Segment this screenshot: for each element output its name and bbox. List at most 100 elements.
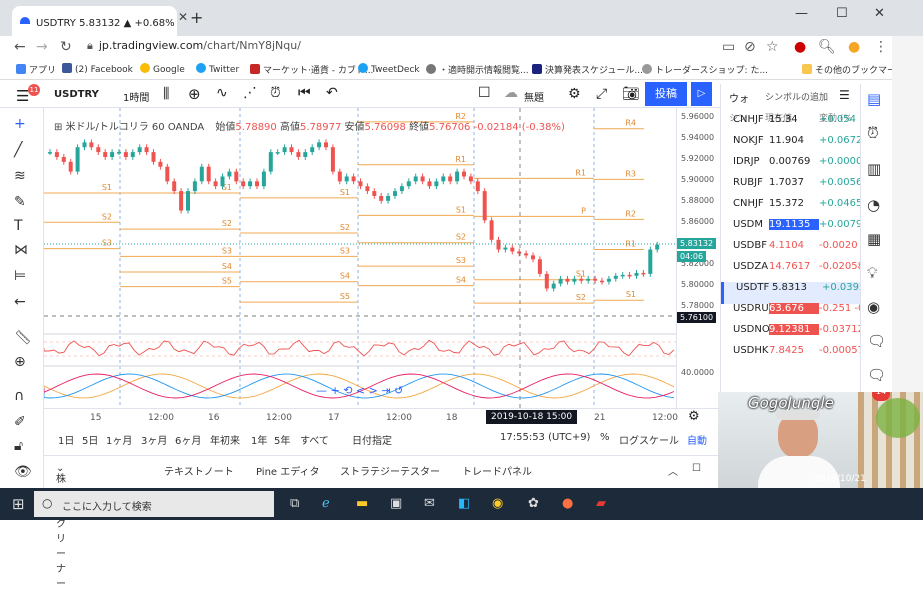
range-1y[interactable]: 1年 <box>251 432 267 447</box>
range-5y[interactable]: 5年 <box>274 432 290 447</box>
goto-date-button[interactable]: 日付指定 <box>352 432 392 447</box>
alert-icon[interactable]: ⏰︎ <box>270 85 281 101</box>
url-field[interactable]: 🔒︎ jp.tradingview.com/chart/NmY8jNqu/ <box>87 39 301 53</box>
bookmark-tweetdeck[interactable]: TweetDeck <box>358 63 420 75</box>
range-1m[interactable]: 1ヶ月 <box>106 432 132 447</box>
log-scale-toggle[interactable]: ログスケール <box>619 432 679 447</box>
chart-type-icon[interactable]: ⫼ <box>163 86 169 102</box>
tab-stock-screener[interactable]: 株式スクリーナー ⌄ <box>56 463 66 590</box>
range-5d[interactable]: 5日 <box>82 432 98 447</box>
range-all[interactable]: すべて <box>300 432 329 447</box>
range-6m[interactable]: 6ヶ月 <box>175 432 201 447</box>
window-close-icon[interactable]: ✕ <box>874 6 885 21</box>
percent-toggle[interactable]: % <box>600 432 610 443</box>
minimize-icon[interactable]: — <box>795 6 808 21</box>
browser-tab[interactable]: USDTRY 5.83132 ▲ +0.68% 無題 <box>12 6 177 36</box>
chrome-icon[interactable]: ◉ <box>492 496 503 511</box>
watchlist-icon[interactable]: ▤ <box>867 90 881 108</box>
symbol-search[interactable]: USDTRY <box>54 89 99 100</box>
watchlist-row[interactable]: USDRU63.676-0.251 -0.39 <box>721 303 860 325</box>
auto-scale-toggle[interactable]: 自動 <box>687 432 707 447</box>
range-3m[interactable]: 3ヶ月 <box>141 432 167 447</box>
new-tab-icon[interactable]: + <box>190 8 203 27</box>
watchlist-row[interactable]: CNHJF 15.34 +0.054 +0.3 <box>721 114 860 136</box>
bookmark-other[interactable]: その他のブックマーク <box>802 63 905 76</box>
powerpoint-icon[interactable]: ● <box>562 496 573 511</box>
chat-icon[interactable]: 🗨︎ <box>867 332 886 350</box>
edge-icon[interactable]: ℯ <box>322 496 330 511</box>
pattern-icon[interactable]: ⋈ <box>14 242 28 258</box>
watchlist-row[interactable]: USDNO9.12381-0.03712 -0.4 <box>721 324 860 346</box>
add-symbol-button[interactable]: シンボルの追加 <box>765 90 828 103</box>
taskbar-search-box[interactable]: ○ ここに入力して検索 <box>34 491 274 517</box>
bookmark-tdnet[interactable]: ・適時開示情報閲覧... <box>426 63 529 76</box>
maximize-icon[interactable]: ☐ <box>836 6 848 21</box>
replay-icon[interactable]: ⏮︎ <box>298 85 311 101</box>
snapshot-icon[interactable]: 📷︎ <box>622 86 640 102</box>
data-window-icon[interactable]: ▥ <box>867 160 881 178</box>
tab-text-notes[interactable]: テキストノート <box>164 463 234 478</box>
ideas-icon[interactable]: 💡︎ <box>867 264 878 282</box>
clock-display[interactable]: 17:55:53 (UTC+9) <box>500 432 590 443</box>
tab-strategy-tester[interactable]: ストラテジーテスター <box>340 463 440 478</box>
lock-icon[interactable]: 🔓︎ <box>14 438 23 454</box>
watchlist-menu-icon[interactable]: ☰ <box>839 88 850 102</box>
close-tab-icon[interactable]: ✕ <box>178 10 188 24</box>
fullscreen-select-icon[interactable]: ☐ <box>478 85 491 101</box>
calendar-icon[interactable]: ▦ <box>867 230 881 248</box>
arrow-icon[interactable]: ← <box>14 294 26 310</box>
app-icon[interactable]: ✿ <box>528 496 539 511</box>
legend-expand-icon[interactable]: ⊞ <box>54 122 66 133</box>
file-explorer-icon[interactable]: ▬ <box>356 496 368 511</box>
bookmark-star-icon[interactable]: ☆ <box>766 39 779 55</box>
eye-icon[interactable]: 👁︎ <box>14 464 32 480</box>
profile-icon[interactable]: ● <box>848 39 860 55</box>
extension-icon[interactable]: ● <box>794 39 806 55</box>
watchlist-row[interactable]: USDHK7.8425 -0.00057 -0.0 <box>721 345 860 367</box>
watchlist-row[interactable]: USDBF4.1104 -0.0020 -0.0 <box>721 240 860 262</box>
hotlist-icon[interactable]: ◔ <box>867 196 880 214</box>
lock-drawing-icon[interactable]: ✐ <box>14 414 26 430</box>
reload-icon[interactable]: ↻ <box>60 39 72 55</box>
block-icon[interactable]: ⊘ <box>744 39 756 55</box>
streams-icon[interactable]: ◉ <box>867 298 880 316</box>
tab-trading-panel[interactable]: トレードパネル <box>462 463 532 478</box>
crosshair-icon[interactable]: + <box>14 116 26 132</box>
watchlist-row[interactable]: USDZA14.7617 -0.02058 -0.1 <box>721 261 860 283</box>
interval-selector[interactable]: 1時間 <box>123 89 149 104</box>
ruler-icon[interactable]: 📏︎ <box>14 330 32 346</box>
private-chat-icon[interactable]: 🗨︎ <box>867 366 886 384</box>
range-1d[interactable]: 1日 <box>58 432 74 447</box>
collapse-panel-icon[interactable]: ︿ <box>668 463 678 478</box>
bookmark-twitter[interactable]: Twitter <box>196 63 239 75</box>
watchlist-title[interactable]: ウォ <box>729 90 749 105</box>
time-axis[interactable]: 15 12:00 16 12:00 17 12:00 18 21 12:00 2019-10-1… <box>44 408 718 428</box>
compare-icon[interactable]: ∿ <box>216 85 228 101</box>
bookmark-apps[interactable]: アプリ <box>16 63 56 76</box>
mail-icon[interactable]: ✉︎ <box>424 496 435 511</box>
watchlist-row[interactable]: IDRJP 0.00769 +0.000052 +0.6 <box>721 156 860 178</box>
price-chart[interactable]: S1 S2 S3 S1 S2 S3 S4 S5 S1 S2 S3 S4 S5 R2 R1 S1 S2 S3 S4 R1… <box>44 108 676 410</box>
cast-icon[interactable]: ▭ <box>722 39 735 55</box>
task-view-icon[interactable]: ⧉ <box>290 496 299 511</box>
watchlist-row[interactable]: RUBJF 1.7037 +0.0056 +0.3 <box>721 177 860 199</box>
bookmark-facebook[interactable]: (2) Facebook <box>62 63 133 75</box>
maximize-panel-icon[interactable]: ☐ <box>692 463 701 474</box>
price-scale[interactable]: 5.96000 5.94000 5.92000 5.90000 5.88000 5.860… <box>676 108 718 410</box>
watchlist-row[interactable]: CNHJF 15.372 +0.0465 +0.3 <box>721 198 860 220</box>
settings-gear-icon[interactable]: ⚙︎ <box>568 86 581 102</box>
prediction-icon[interactable]: ⊨ <box>14 268 26 284</box>
forward-icon[interactable]: → <box>36 39 48 55</box>
watchlist-row[interactable]: USDM 19.1135+0.00798 +0.0 <box>721 219 860 241</box>
undo-icon[interactable]: ↶ <box>326 85 338 101</box>
bookmark-kabutan[interactable]: マーケット·通貨 - カブド... <box>250 63 373 76</box>
bookmark-traders-shop[interactable]: トレーダースショップ: た... <box>642 63 768 76</box>
layout-name[interactable]: 無題 <box>524 89 544 104</box>
back-icon[interactable]: ← <box>14 39 26 55</box>
publish-button[interactable]: 投稿 <box>645 82 687 106</box>
text-tool-icon[interactable]: T <box>14 218 23 234</box>
zoom-icon[interactable]: 🔍︎ <box>818 39 836 55</box>
watchlist-row[interactable]: NOKJF 11.904 +0.0672 +0.5 <box>721 135 860 157</box>
tab-pine-editor[interactable]: Pine エディタ <box>256 463 320 478</box>
fib-icon[interactable]: ≋ <box>14 168 26 184</box>
